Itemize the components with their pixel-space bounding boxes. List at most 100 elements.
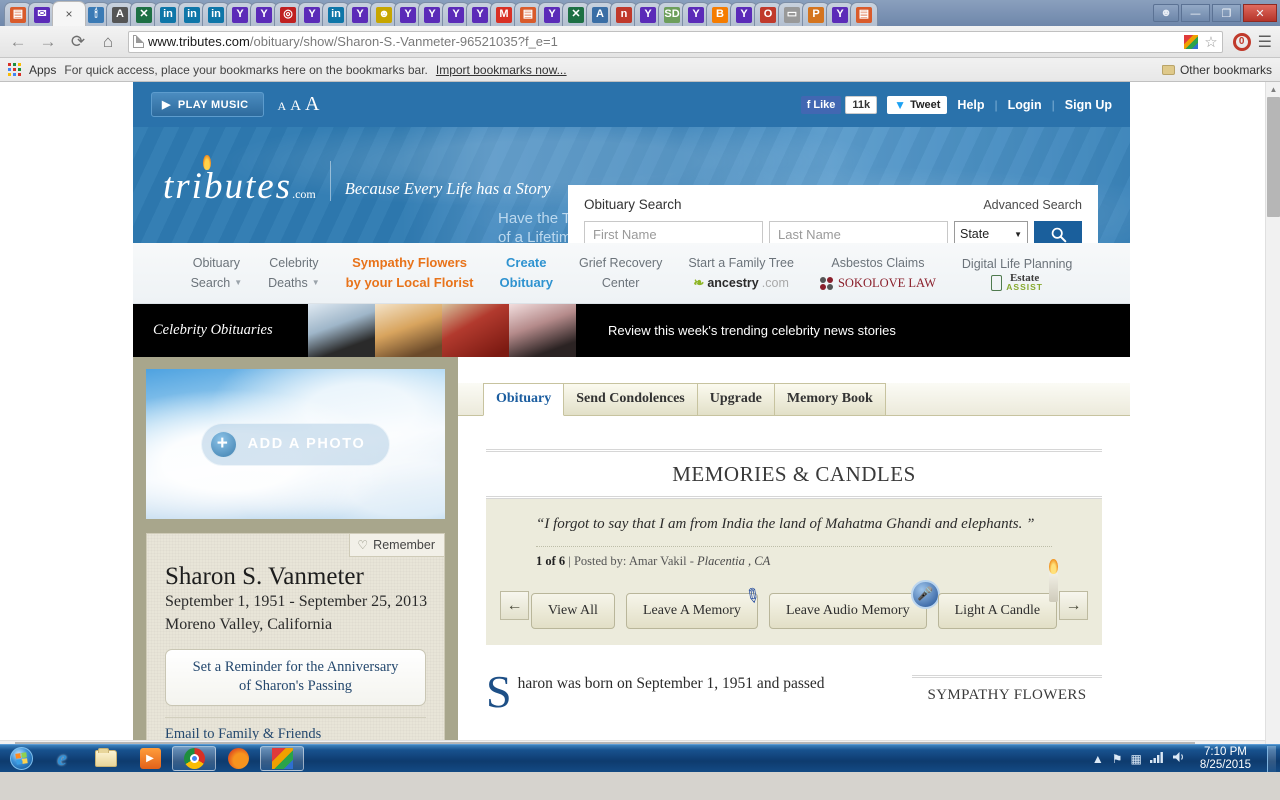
user-profile-button[interactable]: ☻ [1153,4,1179,22]
nav-item-start-a-family-tree[interactable]: Start a Family Tree ❧ ancestry .com [675,253,807,293]
import-bookmarks-link[interactable]: Import bookmarks now... [436,63,567,77]
nav-item-grief-recovery[interactable]: Grief Recovery Center [566,253,675,293]
facebook-like-widget[interactable]: f Like 11k [800,95,878,114]
light-a-candle-button[interactable]: Light A Candle [937,558,1059,629]
volume-icon[interactable] [1172,751,1186,766]
view-all-button[interactable]: View All [530,592,615,629]
sokolove-law-logo: SOKOLOVE LAW [819,273,936,293]
yahoo-icon: Y [832,6,848,23]
obituary-paragraph: S haron was born on September 1, 1951 an… [486,668,886,714]
close-window-button[interactable]: ✕ [1243,4,1277,22]
home-button[interactable]: ⌂ [98,32,118,52]
tributes-logo[interactable]: tributes.com [163,155,316,205]
nav-item-label: Sympathy Flowers [352,255,468,270]
remember-button[interactable]: ♡ Remember [349,534,444,557]
browser-tab[interactable]: ▤ [850,2,878,26]
scroll-up-arrow[interactable]: ▲ [1266,82,1280,97]
show-desktop-button[interactable] [1267,745,1276,772]
celebrity-obituaries-strip[interactable]: Celebrity Obituaries Review this week's … [133,304,1130,357]
tweet-button[interactable]: ▼ Tweet [887,95,948,114]
chevron-down-icon: ▼ [311,278,320,287]
taskbar-item-internet-explorer[interactable]: e [40,746,84,772]
document-icon [991,275,1003,291]
forward-button[interactable]: → [38,32,58,52]
first-name-input[interactable]: First Name [584,221,763,243]
site-logo-area[interactable]: tributes.com Because Every Life has a St… [163,155,550,205]
minimize-button[interactable]: — [1181,4,1210,22]
yahoo-icon: Y [472,6,488,23]
chrome-menu-icon[interactable]: ☰ [1258,32,1272,52]
add-a-photo-button[interactable]: + ADD A PHOTO [200,422,391,466]
next-memory-button[interactable]: → [1059,591,1088,620]
avg-extension-icon[interactable] [1184,34,1199,49]
taskbar-item-google-chrome[interactable] [172,746,216,771]
search-title: Obituary Search [584,197,682,212]
previous-memory-button[interactable]: ← [500,591,529,620]
start-button[interactable] [2,746,40,772]
font-size-small[interactable]: A [278,99,287,113]
taskbar-item-firefox[interactable] [216,746,260,772]
font-size-large[interactable]: A [305,93,319,115]
celebrity-thumbnail[interactable] [442,304,509,357]
memories-carousel: ← → “I forgot to say that I am from Indi… [486,499,1102,645]
font-size-controls[interactable]: A A A [278,93,320,116]
nav-item-sympathy-flowers[interactable]: Sympathy Flowers by your Local Florist [333,253,487,293]
set-reminder-button[interactable]: Set a Reminder for the Anniversary of Sh… [165,648,426,706]
adblock-extension-icon[interactable]: 0 [1232,32,1251,51]
vertical-scrollbar[interactable]: ▲ ▼ [1265,82,1280,755]
signup-link[interactable]: Sign Up [1065,98,1112,112]
taskbar-item-avg[interactable] [260,746,304,771]
advanced-search-link[interactable]: Advanced Search [983,198,1082,212]
last-name-input[interactable]: Last Name [769,221,948,243]
close-tab-icon[interactable]: × [65,7,72,21]
nav-item-asbestos-claims[interactable]: Asbestos Claims SOKOLOVE LAW [807,253,949,293]
active-browser-tab[interactable]: × [52,1,86,26]
vertical-scroll-thumb[interactable] [1267,97,1280,217]
facebook-like-button[interactable]: f Like [800,95,842,114]
colorful-squares-icon: ▤ [856,6,872,23]
email-family-friends-link[interactable]: Email to Family & Friends [165,716,426,743]
search-button[interactable] [1034,221,1082,243]
left-sidebar: + ADD A PHOTO ♡ Remember Sharon S. Vanme… [133,357,458,755]
leave-a-memory-button[interactable]: Leave A Memory ✎ [625,583,765,629]
photo-upload-area[interactable]: + ADD A PHOTO [146,369,445,519]
tab-upgrade[interactable]: Upgrade [696,383,775,415]
separator-2: | [1051,97,1055,112]
powerpoint-icon: P [808,6,824,23]
tweet-label: Tweet [910,98,941,111]
nav-item-create[interactable]: Create Obituary [487,253,566,293]
celebrity-thumbnail[interactable] [308,304,375,357]
action-flag-icon[interactable]: ⚑ [1112,752,1123,766]
windows-tray-icon[interactable]: ▦ [1130,752,1141,766]
url-text: www.tributes.com/obituary/show/Sharon-S.… [148,34,558,49]
apps-grid-icon[interactable] [8,63,21,76]
back-button[interactable]: ← [8,32,28,52]
nav-item-digital-life-planning[interactable]: Digital Life Planning Estate ASSIST [949,254,1086,292]
state-select[interactable]: State ▼ [954,221,1028,243]
font-size-medium[interactable]: A [290,98,301,114]
tab-memory-book[interactable]: Memory Book [773,383,886,415]
celebrity-thumbnail[interactable] [509,304,576,357]
nav-item-celebrity[interactable]: Celebrity Deaths ▼ [255,253,333,293]
play-music-button[interactable]: ▶ PLAY MUSIC [151,92,264,117]
other-bookmarks-button[interactable]: Other bookmarks [1161,63,1272,77]
apps-label[interactable]: Apps [29,63,56,77]
taskbar-item-media-player[interactable]: ▶ [128,746,172,772]
nav-item-obituary[interactable]: Obituary Search ▼ [178,253,256,293]
reload-button[interactable]: ⟳ [68,32,88,52]
restore-button[interactable]: ❐ [1212,4,1241,22]
help-link[interactable]: Help [957,98,984,112]
clock[interactable]: 7:10 PM 8/25/2015 [1194,746,1257,772]
leave-audio-memory-button[interactable]: Leave Audio Memory 🎤 [768,579,940,629]
network-signal-icon[interactable] [1149,751,1164,766]
address-bar[interactable]: www.tributes.com/obituary/show/Sharon-S.… [128,30,1223,53]
bookmark-star-icon[interactable]: ☆ [1204,33,1217,51]
celebrity-thumbnail[interactable] [375,304,442,357]
tab-send-condolences[interactable]: Send Condolences [563,383,698,415]
play-music-label: PLAY MUSIC [177,98,249,111]
tab-obituary[interactable]: Obituary [483,383,565,416]
taskbar-item-file-explorer[interactable] [84,746,128,772]
page-content: ▶ PLAY MUSIC A A A f Like 11k ▼ Tweet He… [0,82,1265,755]
login-link[interactable]: Login [1008,98,1042,112]
show-hidden-icons-button[interactable]: ▲ [1092,752,1104,766]
